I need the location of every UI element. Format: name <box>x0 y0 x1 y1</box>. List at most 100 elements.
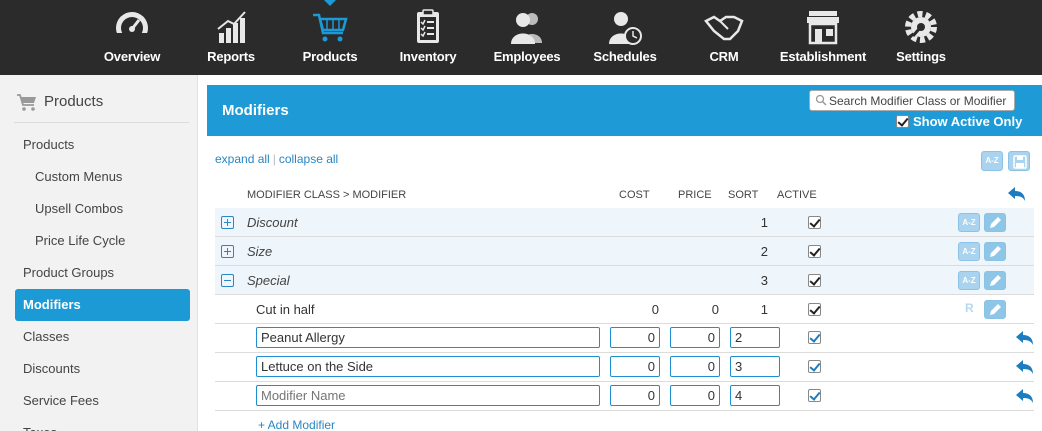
nav-label: Reports <box>207 49 255 64</box>
nav-schedules[interactable]: Schedules <box>588 0 662 75</box>
sort-value: 3 <box>760 273 768 288</box>
sort-az-icon: A-Z <box>962 276 976 285</box>
pencil-icon <box>990 217 1001 228</box>
edit-button[interactable] <box>984 213 1006 232</box>
storefront-icon <box>807 11 839 45</box>
new-modifier-row <box>215 382 1034 411</box>
sidebar-item-discounts[interactable]: Discounts <box>15 353 190 385</box>
active-checkbox[interactable] <box>808 274 821 287</box>
price-input[interactable] <box>670 327 720 348</box>
sort-input[interactable] <box>730 356 780 377</box>
clipboard-checklist-icon <box>417 9 439 43</box>
collapse-icon[interactable] <box>221 274 234 287</box>
sort-az-icon: A-Z <box>985 156 999 165</box>
show-active-checkbox[interactable] <box>896 115 909 128</box>
undo-icon[interactable] <box>1005 186 1027 204</box>
sort-az-icon: A-Z <box>962 247 976 256</box>
undo-icon[interactable] <box>1013 359 1035 377</box>
search-box[interactable] <box>809 90 1015 111</box>
undo-icon[interactable] <box>1013 388 1035 406</box>
sort-az-button[interactable]: A-Z <box>958 271 980 290</box>
col-sort: SORT <box>728 189 759 201</box>
modifier-edit-row <box>215 324 1034 353</box>
pencil-icon <box>990 275 1001 286</box>
add-modifier-link[interactable]: + Add Modifier <box>258 418 335 431</box>
person-clock-icon <box>609 12 642 45</box>
nav-settings[interactable]: Settings <box>890 0 952 75</box>
nav-establishment[interactable]: Establishment <box>778 0 868 75</box>
page-title: Modifiers <box>222 102 289 119</box>
active-checkbox[interactable] <box>808 331 821 344</box>
speedometer-icon <box>116 12 148 45</box>
price-input[interactable] <box>670 356 720 377</box>
modifier-name-input[interactable] <box>256 385 600 406</box>
cost-input[interactable] <box>610 385 660 406</box>
search-icon <box>815 94 827 106</box>
nav-label: Overview <box>103 49 161 64</box>
sidebar-title: Products <box>44 93 104 110</box>
sort-value: 1 <box>760 302 768 317</box>
nav-reports[interactable]: Reports <box>196 0 266 75</box>
sidebar-item-products[interactable]: Products <box>15 129 190 161</box>
shopping-cart-icon <box>313 13 348 42</box>
modifier-row: Cut in half 0 0 1 R <box>215 295 1034 324</box>
active-checkbox[interactable] <box>808 360 821 373</box>
modifier-edit-row <box>215 353 1034 382</box>
undo-icon[interactable] <box>1013 330 1035 348</box>
sort-input[interactable] <box>730 385 780 406</box>
sidebar-item-upsell-combos[interactable]: Upsell Combos <box>15 193 190 225</box>
active-checkbox[interactable] <box>808 245 821 258</box>
bar-chart-icon <box>217 11 246 43</box>
sidebar-item-taxes[interactable]: Taxes <box>15 417 190 431</box>
show-active-toggle[interactable]: Show Active Only <box>896 114 1022 129</box>
search-input[interactable] <box>829 92 1013 109</box>
expand-collapse-links: expand all | collapse all <box>215 152 338 166</box>
cost-input[interactable] <box>610 356 660 377</box>
active-checkbox[interactable] <box>808 389 821 402</box>
recipe-icon[interactable]: R <box>965 301 974 315</box>
sort-value: 2 <box>760 244 768 259</box>
expand-icon[interactable] <box>221 216 234 229</box>
nav-inventory[interactable]: Inventory <box>394 0 462 75</box>
nav-crm[interactable]: CRM <box>698 0 750 75</box>
edit-button[interactable] <box>984 300 1006 319</box>
sidebar-item-modifiers[interactable]: Modifiers <box>15 289 190 321</box>
price-value: 0 <box>711 302 719 317</box>
sidebar-item-custom-menus[interactable]: Custom Menus <box>15 161 190 193</box>
edit-button[interactable] <box>984 242 1006 261</box>
modifier-name-input[interactable] <box>256 356 600 377</box>
active-checkbox[interactable] <box>808 303 821 316</box>
sort-az-button[interactable]: A-Z <box>958 213 980 232</box>
group-row: Special 3 A-Z <box>215 266 1034 295</box>
modifier-name-input[interactable] <box>256 327 600 348</box>
nav-products[interactable]: Products <box>296 0 364 75</box>
expand-all-link[interactable]: expand all <box>215 152 270 166</box>
sidebar-item-service-fees[interactable]: Service Fees <box>15 385 190 417</box>
nav-employees[interactable]: Employees <box>486 0 568 75</box>
save-button[interactable] <box>1008 151 1030 171</box>
active-checkbox[interactable] <box>808 216 821 229</box>
edit-button[interactable] <box>984 271 1006 290</box>
cost-input[interactable] <box>610 327 660 348</box>
panel-header: Modifiers Show Active Only <box>207 85 1042 136</box>
shopping-cart-icon <box>17 94 36 111</box>
top-navigation: Overview Reports Products Inventory Empl… <box>0 0 1042 75</box>
sidebar-item-classes[interactable]: Classes <box>15 321 190 353</box>
sort-az-button[interactable]: A-Z <box>958 242 980 261</box>
pencil-icon <box>990 304 1001 315</box>
table-header: MODIFIER CLASS > MODIFIER COST PRICE SOR… <box>207 186 1042 209</box>
nav-label: Products <box>302 49 358 64</box>
sort-az-button[interactable]: A-Z <box>981 151 1003 171</box>
group-name: Size <box>247 244 273 259</box>
show-active-label: Show Active Only <box>913 114 1023 129</box>
expand-icon[interactable] <box>221 245 234 258</box>
nav-overview[interactable]: Overview <box>95 0 169 75</box>
people-icon <box>511 13 542 44</box>
sidebar-item-price-life-cycle[interactable]: Price Life Cycle <box>15 225 190 257</box>
price-input[interactable] <box>670 385 720 406</box>
collapse-all-link[interactable]: collapse all <box>279 152 338 166</box>
col-price: PRICE <box>678 189 712 201</box>
nav-label: CRM <box>709 49 739 64</box>
sidebar-item-product-groups[interactable]: Product Groups <box>15 257 190 289</box>
sort-input[interactable] <box>730 327 780 348</box>
